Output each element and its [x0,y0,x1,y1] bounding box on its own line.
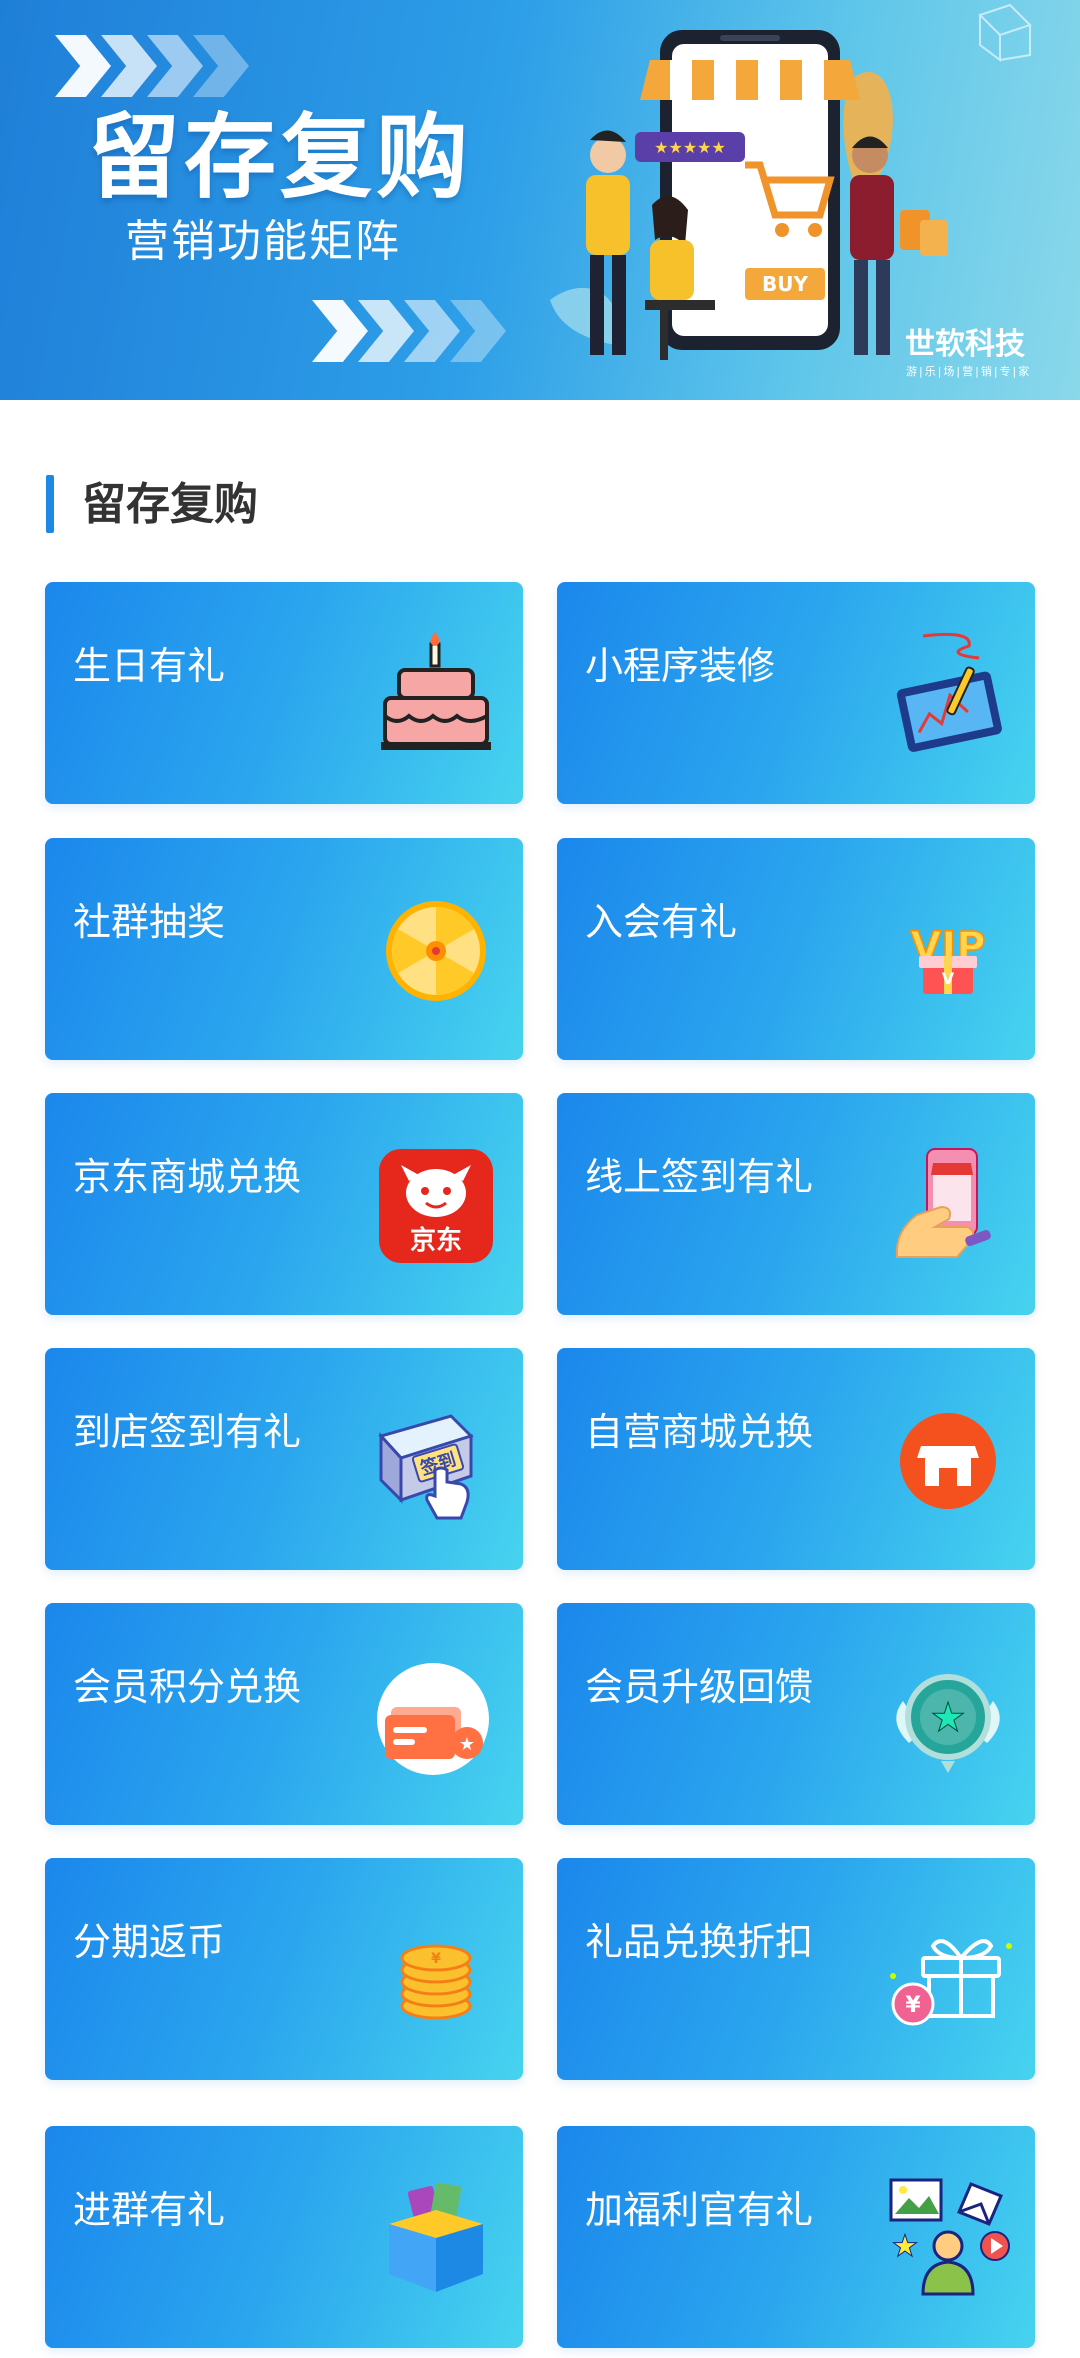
card-label: 自营商城兑换 [585,1410,814,1454]
card-member-upgrade[interactable]: 会员升级回馈 ★ [557,1603,1035,1825]
chevron-decoration-icon [55,35,249,97]
brand-tagline: 游|乐|场|营|销|专|家 [906,365,1032,378]
card-label: 生日有礼 [73,644,226,688]
section-accent-bar [46,475,54,533]
card-label: 分期返币 [73,1920,226,1964]
card-label: 会员积分兑换 [73,1665,302,1709]
card-birthday-gift[interactable]: 生日有礼 [45,582,523,804]
lottery-wheel-icon [371,886,501,1016]
svg-text:★★★★★: ★★★★★ [654,138,726,157]
card-store-checkin[interactable]: 到店签到有礼 签到 [45,1348,523,1570]
svg-text:V: V [942,969,955,988]
svg-text:★: ★ [930,1695,966,1741]
svg-text:京东: 京东 [410,1225,462,1256]
svg-text:★: ★ [459,1734,475,1755]
coin-stack-icon: ¥ [371,1906,501,2036]
card-label: 入会有礼 [585,900,738,944]
svg-text:¥: ¥ [431,1951,441,1967]
card-own-mall-exchange[interactable]: 自营商城兑换 [557,1348,1035,1570]
card-label: 加福利官有礼 [585,2188,814,2232]
welfare-officer-icon: ★ [883,2174,1013,2304]
tablet-pen-icon [883,630,1013,760]
brand-logo-text: 世软科技 [905,327,1025,362]
banner-subtitle: 营销功能矩阵 [125,216,401,267]
section-title: 留存复购 [82,479,258,530]
svg-text:★: ★ [892,2229,919,2264]
checkin-button-icon: 签到 [371,1396,501,1526]
card-label: 会员升级回馈 [585,1665,814,1709]
gift-box-icon [371,2174,501,2304]
card-jd-exchange[interactable]: 京东商城兑换 京东 [45,1093,523,1315]
points-card-icon: ★ [371,1651,501,1781]
card-label: 社群抽奖 [73,900,226,944]
card-label: 礼品兑换折扣 [585,1920,814,1964]
card-online-checkin[interactable]: 线上签到有礼 [557,1093,1035,1315]
vip-gift-icon: VIP V [883,886,1013,1016]
card-gift-exchange-discount[interactable]: 礼品兑换折扣 ¥ [557,1858,1035,2080]
card-community-lottery[interactable]: 社群抽奖 [45,838,523,1060]
card-label: 进群有礼 [73,2188,226,2232]
buy-label: BUY [762,272,808,296]
card-label: 小程序装修 [585,644,776,688]
banner-title: 留存复购 [88,104,473,211]
card-points-exchange[interactable]: 会员积分兑换 ★ [45,1603,523,1825]
card-label: 京东商城兑换 [73,1155,302,1199]
jd-logo-icon: 京东 [371,1141,501,1271]
chevron-decoration-icon [312,300,506,362]
phone-checkin-icon [883,1141,1013,1271]
birthday-cake-icon [371,630,501,760]
card-label: 线上签到有礼 [585,1155,814,1199]
card-membership-gift[interactable]: 入会有礼 VIP V [557,838,1035,1060]
card-miniprogram-decoration[interactable]: 小程序装修 [557,582,1035,804]
svg-text:¥: ¥ [905,1993,921,2018]
star-badge-icon: ★ [883,1651,1013,1781]
gift-yuan-icon: ¥ [883,1906,1013,2036]
card-join-group-gift[interactable]: 进群有礼 [45,2126,523,2348]
store-icon [883,1396,1013,1526]
card-welfare-officer-gift[interactable]: 加福利官有礼 ★ [557,2126,1035,2348]
card-installment-coins[interactable]: 分期返币 ¥ [45,1858,523,2080]
card-label: 到店签到有礼 [73,1410,302,1454]
hero-banner: 留存复购 营销功能矩阵 ★★★★★ BUY 世软科技 游|乐|场|营|销|专|家 [0,0,1080,400]
